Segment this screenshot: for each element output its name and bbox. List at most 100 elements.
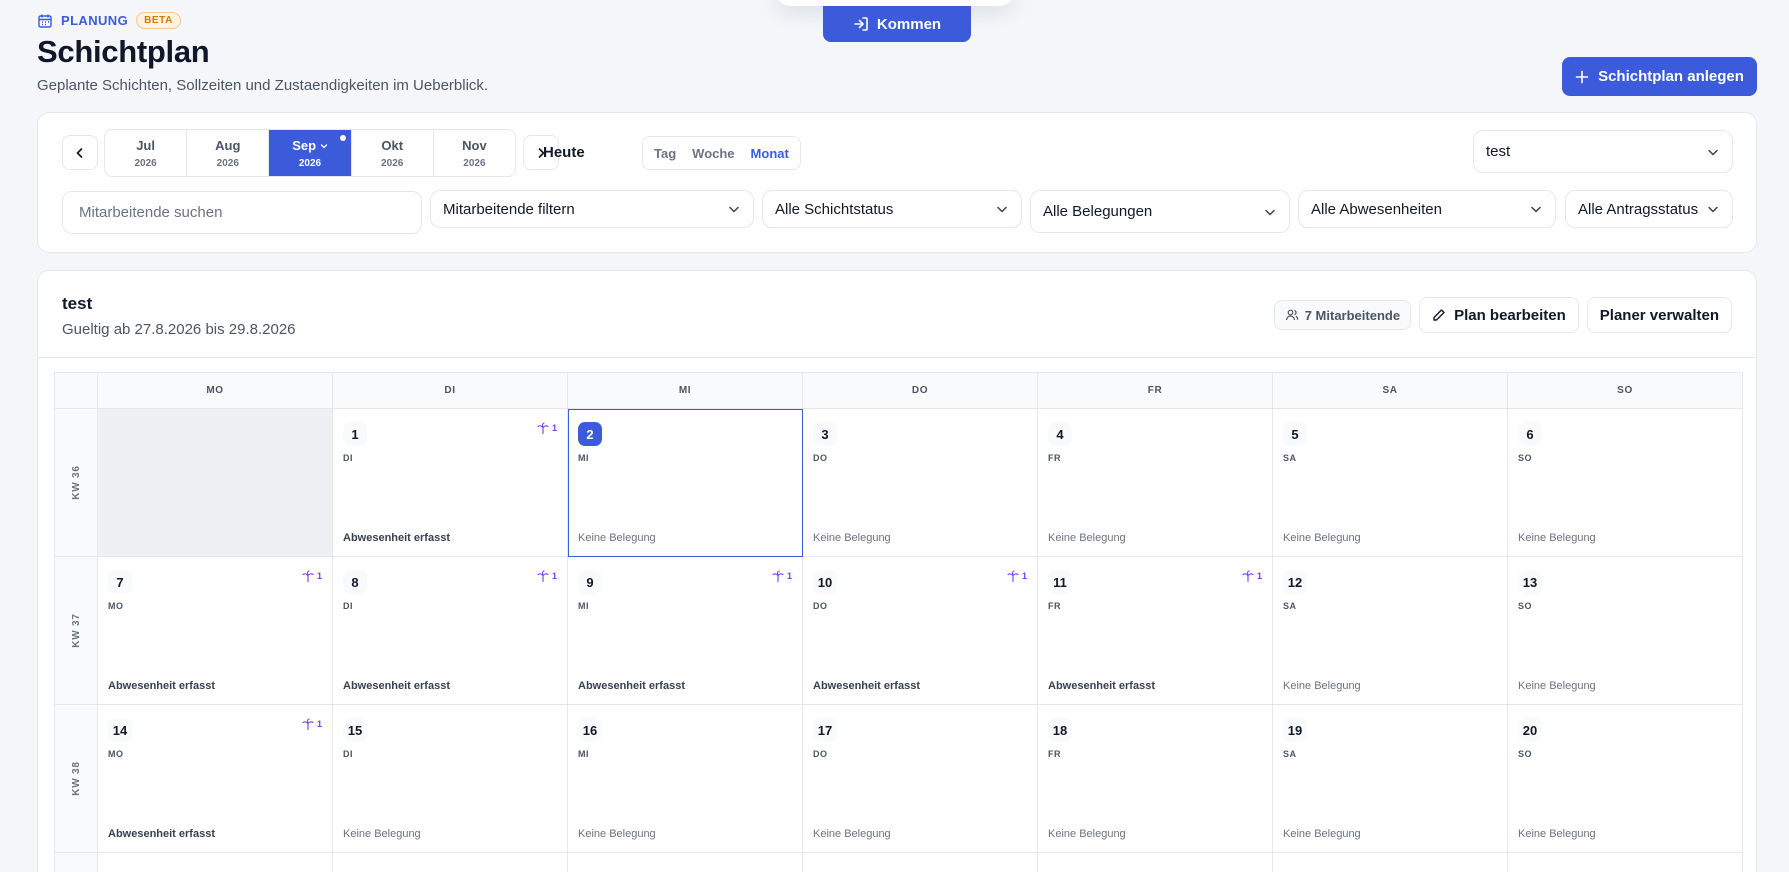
absence-count: 1: [551, 571, 557, 581]
create-shift-plan-button[interactable]: Schichtplan anlegen: [1562, 57, 1757, 96]
manage-planners-label: Planer verwalten: [1599, 306, 1719, 324]
day-cell[interactable]: 4 FR Keine Belegung: [1038, 409, 1273, 557]
weekday-header: MO: [98, 373, 333, 409]
month-label: Jul: [136, 137, 155, 153]
view-day[interactable]: Tag: [647, 146, 683, 161]
weekday-header: FR: [1038, 373, 1273, 409]
assignment-select[interactable]: Alle Belegungen: [1030, 190, 1290, 233]
day-cell[interactable]: 20 SO Keine Belegung: [1508, 705, 1743, 853]
day-number: 10: [813, 570, 837, 594]
day-weekday: DO: [813, 749, 828, 759]
chevron-down-icon: [1708, 149, 1718, 155]
chevron-down-icon: [1531, 206, 1541, 213]
weekday-header: SO: [1508, 373, 1743, 409]
day-number: 18: [1048, 718, 1072, 742]
day-cell[interactable]: 12 SA Keine Belegung: [1273, 557, 1508, 705]
month-year: 2026: [216, 157, 239, 169]
day-status: Abwesenheit erfasst: [813, 680, 920, 692]
month-nov[interactable]: Nov 2026: [434, 130, 515, 176]
day-cell[interactable]: [1038, 853, 1273, 872]
day-status: Keine Belegung: [813, 828, 891, 840]
clock-in-button[interactable]: Kommen: [823, 6, 971, 42]
day-cell[interactable]: 11 FR 1 Abwesenheit erfasst: [1038, 557, 1273, 705]
day-status: Keine Belegung: [578, 828, 656, 840]
month-label: Sep: [292, 138, 327, 153]
month-jul[interactable]: Jul 2026: [105, 130, 188, 176]
view-month[interactable]: Monat: [744, 146, 796, 161]
day-cell[interactable]: 6 SO Keine Belegung: [1508, 409, 1743, 557]
members-badge[interactable]: 7 Mitarbeitende: [1273, 300, 1412, 330]
day-number: 13: [1518, 570, 1542, 594]
week-number-cell: KW 37: [55, 557, 98, 705]
day-number: 1: [343, 422, 367, 446]
day-cell[interactable]: [803, 853, 1038, 872]
week-number: KW 36: [70, 465, 82, 500]
day-cell[interactable]: 3 DO Keine Belegung: [803, 409, 1038, 557]
absence-indicator: 1: [772, 570, 792, 582]
day-cell[interactable]: 1 DI 1 Abwesenheit erfasst: [333, 409, 568, 557]
day-cell[interactable]: [1273, 853, 1508, 872]
month-okt[interactable]: Okt 2026: [352, 130, 434, 176]
palm-tree-icon: [537, 570, 549, 582]
plan-actions: 7 Mitarbeitende Plan bearbeiten Planer v…: [1273, 297, 1732, 333]
day-cell[interactable]: [333, 853, 568, 872]
month-aug[interactable]: Aug 2026: [187, 130, 270, 176]
employee-filter-select[interactable]: Mitarbeitende filtern: [430, 190, 754, 228]
day-cell[interactable]: 5 SA Keine Belegung: [1273, 409, 1508, 557]
absence-count: 1: [1256, 571, 1262, 581]
page-subtitle: Geplante Schichten, Sollzeiten und Zusta…: [37, 77, 489, 94]
weekday-header: DO: [803, 373, 1038, 409]
day-weekday: SA: [1283, 453, 1297, 463]
week-row: KW 36 1 DI 1 Abwesenheit erfasst 2 MI Keine Bel…: [55, 409, 1743, 557]
day-number: 14: [108, 718, 132, 742]
day-cell[interactable]: 14 MO 1 Abwesenheit erfasst: [98, 705, 333, 853]
prev-month-button[interactable]: [62, 135, 98, 170]
request-status-select[interactable]: Alle Antragsstatus: [1565, 190, 1733, 228]
day-weekday: SO: [1518, 453, 1533, 463]
day-cell[interactable]: [98, 853, 333, 872]
beta-badge: BETA: [136, 12, 181, 29]
day-cell[interactable]: 15 DI Keine Belegung: [333, 705, 568, 853]
month-year: 2026: [463, 157, 486, 169]
shift-status-select[interactable]: Alle Schichtstatus: [762, 190, 1022, 228]
absence-count: 1: [551, 423, 557, 433]
day-cell[interactable]: 2 MI Keine Belegung: [568, 409, 803, 557]
day-weekday: MI: [578, 453, 589, 463]
day-status: Keine Belegung: [1518, 828, 1596, 840]
day-status: Abwesenheit erfasst: [343, 532, 450, 544]
absence-select[interactable]: Alle Abwesenheiten: [1298, 190, 1556, 228]
manage-planners-button[interactable]: Planer verwalten: [1586, 297, 1732, 333]
plan-select[interactable]: test: [1473, 130, 1733, 173]
weekday-header-row: MO DI MI DO FR SA SO: [55, 373, 1743, 409]
day-cell[interactable]: 10 DO 1 Abwesenheit erfasst: [803, 557, 1038, 705]
pencil-icon: [1433, 309, 1445, 321]
month-sep[interactable]: Sep 2026: [269, 130, 352, 176]
week-number-cell: [55, 853, 98, 872]
week-row: KW 38 14 MO 1 Abwesenheit erfasst 15 DI Keine B…: [55, 705, 1743, 853]
month-label: Okt: [381, 137, 404, 153]
day-cell[interactable]: 7 MO 1 Abwesenheit erfasst: [98, 557, 333, 705]
day-cell[interactable]: 19 SA Keine Belegung: [1273, 705, 1508, 853]
absence-count: 1: [1021, 571, 1027, 581]
day-cell[interactable]: 17 DO Keine Belegung: [803, 705, 1038, 853]
day-cell[interactable]: 16 MI Keine Belegung: [568, 705, 803, 853]
day-weekday: SA: [1283, 749, 1297, 759]
day-cell[interactable]: 18 FR Keine Belegung: [1038, 705, 1273, 853]
day-number: 15: [343, 718, 367, 742]
day-number: 17: [813, 718, 837, 742]
day-cell[interactable]: 9 MI 1 Abwesenheit erfasst: [568, 557, 803, 705]
absence-indicator: 1: [537, 422, 557, 434]
day-cell[interactable]: 13 SO Keine Belegung: [1508, 557, 1743, 705]
today-button[interactable]: Heute: [543, 129, 585, 177]
day-cell[interactable]: 8 DI 1 Abwesenheit erfasst: [333, 557, 568, 705]
week-number: KW 37: [70, 613, 82, 648]
edit-plan-button[interactable]: Plan bearbeiten: [1419, 297, 1579, 333]
week-number-header: [55, 373, 98, 409]
day-cell[interactable]: [1508, 853, 1743, 872]
day-weekday: FR: [1048, 749, 1061, 759]
view-week[interactable]: Woche: [685, 146, 741, 161]
day-weekday: MI: [578, 749, 589, 759]
employee-search-input[interactable]: [62, 191, 422, 234]
day-cell[interactable]: [568, 853, 803, 872]
day-status: Keine Belegung: [1283, 680, 1361, 692]
